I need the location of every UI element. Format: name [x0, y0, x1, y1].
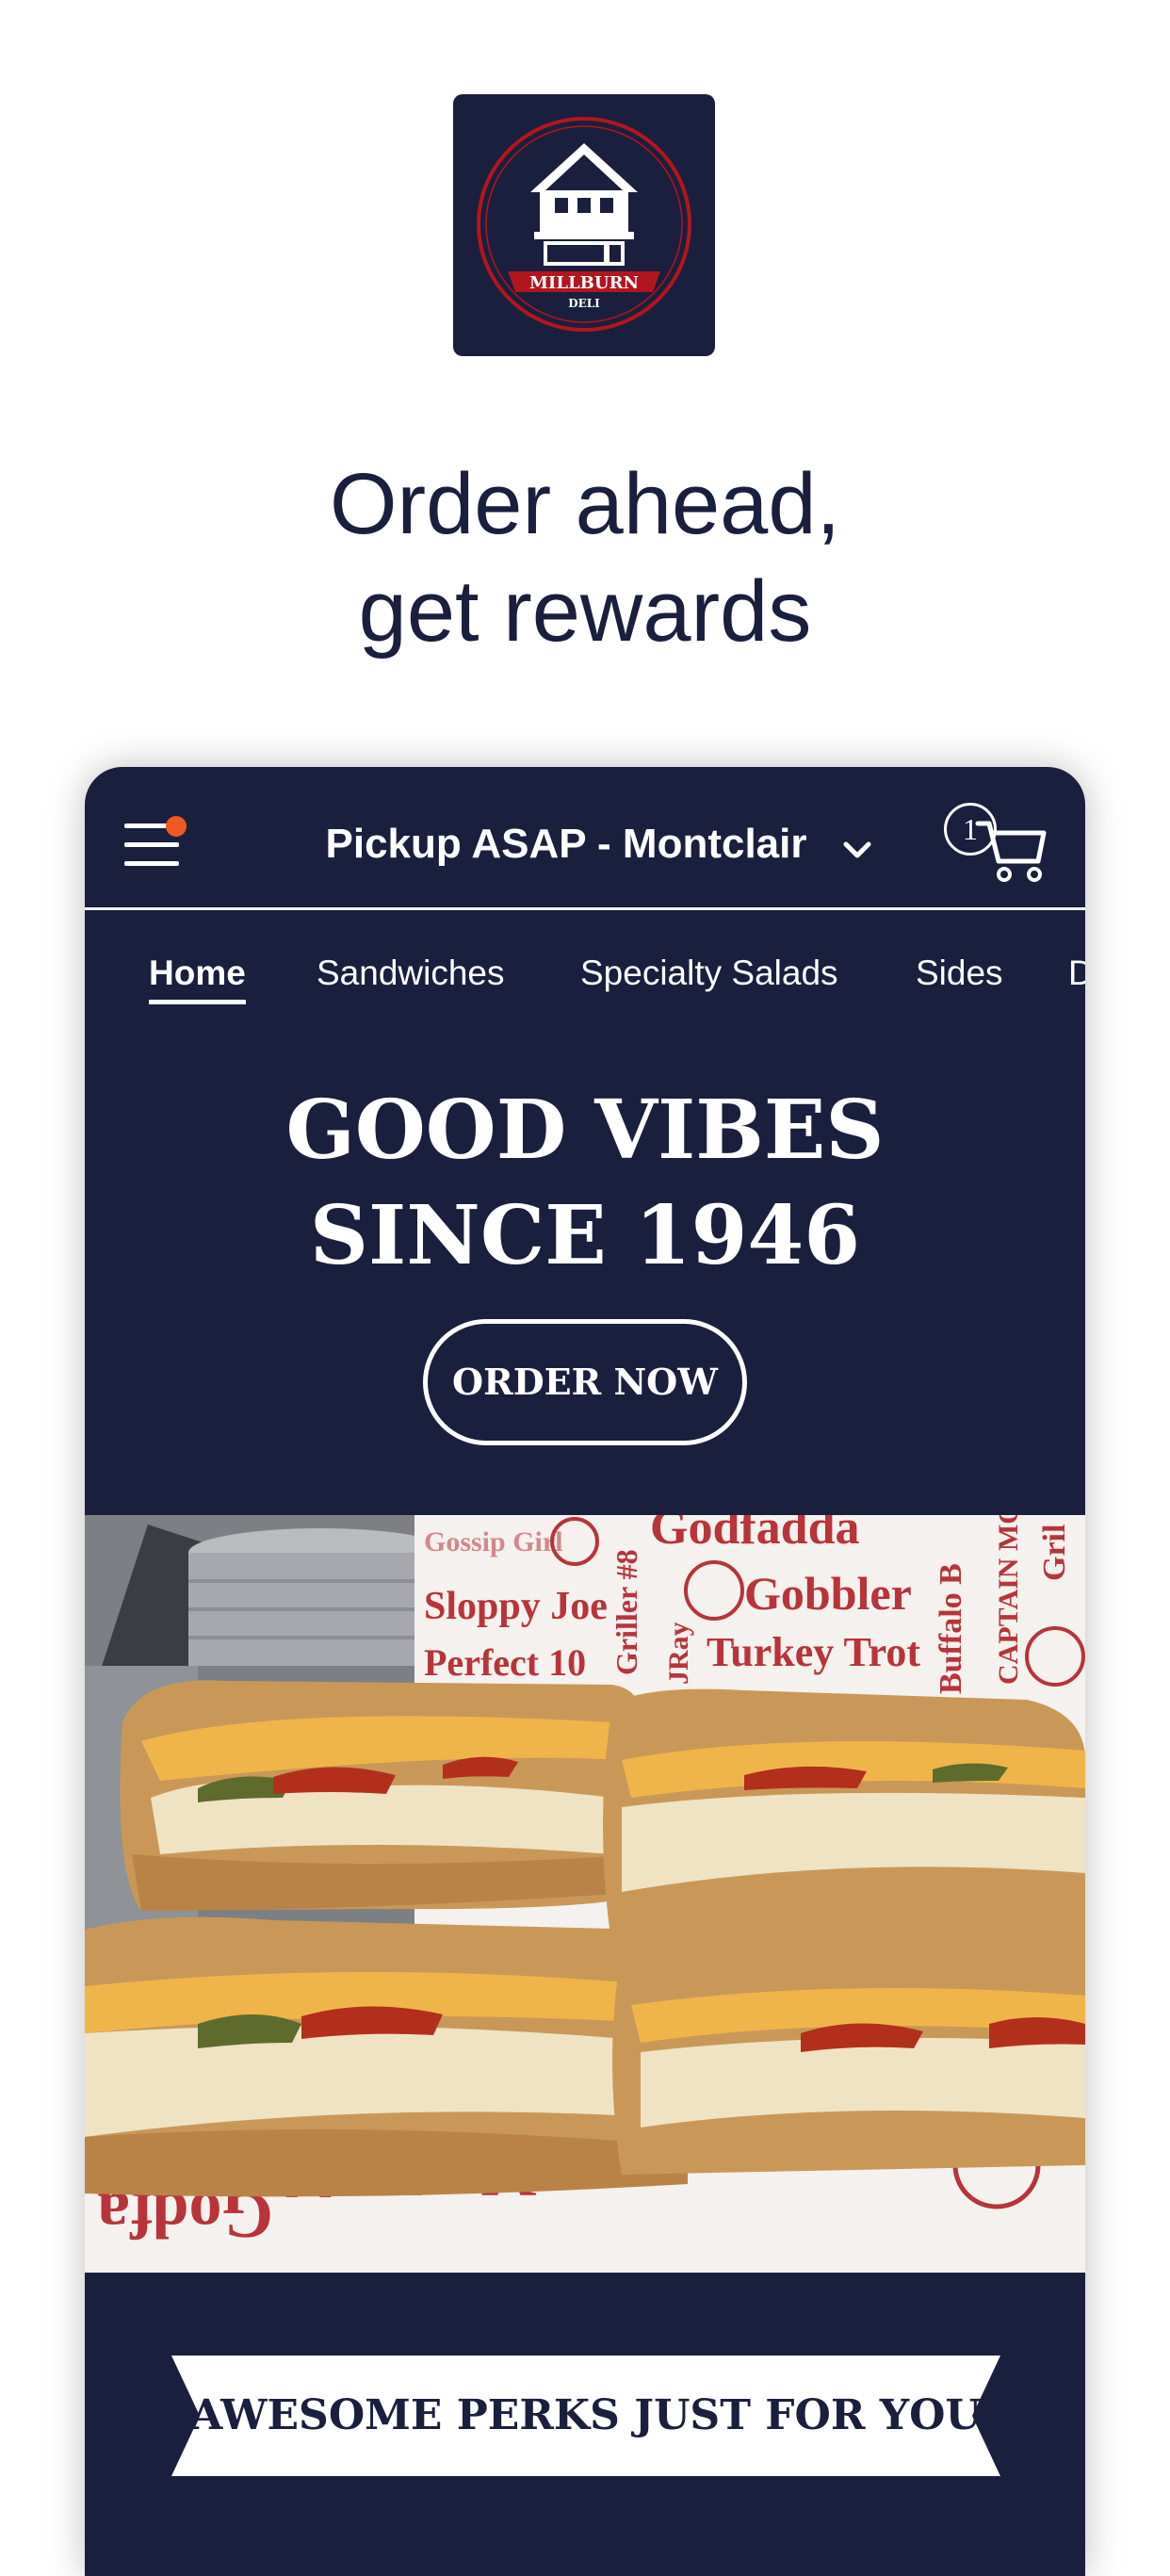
paper-text-5: Perfect 10	[424, 1641, 586, 1684]
location-selector[interactable]: Pickup ASAP - Montclair	[85, 814, 1085, 874]
paper-text-3: Sloppy Joe	[424, 1585, 608, 1628]
app-logo: MILLBURN DELI	[453, 94, 715, 356]
location-label: Pickup ASAP - Montclair	[325, 821, 807, 867]
hero-line-2: SINCE 1946	[309, 1188, 861, 1283]
category-tabs: Home Sandwiches Specialty Salads Sides D	[85, 910, 1085, 1033]
perks-banner-text: AWESOME PERKS JUST FOR YOU	[190, 2391, 982, 2439]
perks-banner: AWESOME PERKS JUST FOR YOU	[171, 2346, 1000, 2486]
sandwich-image: Gossip Girl Godfadda Sloppy Joe Gobbler …	[85, 1515, 1085, 2273]
headline-line-2: get rewards	[358, 563, 812, 660]
tab-sandwiches[interactable]: Sandwiches	[317, 950, 505, 997]
app-top-bar: Pickup ASAP - Montclair 1	[85, 767, 1085, 910]
cart-button[interactable]: 1	[944, 803, 1048, 888]
paper-text-10: CAPTAIN MO	[993, 1515, 1024, 1685]
paper-text-7: JRay	[663, 1622, 694, 1685]
page-headline: Order ahead, get rewards	[0, 450, 1170, 665]
tab-partial[interactable]: D	[1068, 950, 1085, 997]
tab-sides[interactable]: Sides	[916, 950, 1003, 997]
paper-text-11: Gril	[1037, 1524, 1072, 1581]
paper-text-1: Gossip Girl	[424, 1526, 563, 1557]
paper-text-4: Gobbler	[744, 1567, 912, 1620]
hero-title: GOOD VIBES SINCE 1946	[85, 1078, 1085, 1289]
chevron-down-icon[interactable]	[840, 833, 874, 867]
order-now-button[interactable]: ORDER NOW	[423, 1319, 747, 1445]
paper-text-2: Godfadda	[650, 1515, 860, 1555]
logo-text-sub: DELI	[568, 297, 600, 310]
cart-count-badge: 1	[944, 803, 997, 856]
tab-specialty-salads[interactable]: Specialty Salads	[580, 950, 838, 997]
paper-text-9: Buffalo B	[934, 1563, 968, 1694]
paper-text-6: Griller #8	[609, 1549, 643, 1675]
hero-line-1: GOOD VIBES	[285, 1083, 885, 1178]
deli-house-logo-icon: MILLBURN DELI	[477, 117, 691, 332]
app-preview: Pickup ASAP - Montclair 1 Home Sandwiche…	[85, 767, 1085, 2576]
headline-line-1: Order ahead,	[329, 456, 841, 552]
paper-text-8: Turkey Trot	[707, 1629, 920, 1675]
sandwich-photo: Gossip Girl Godfadda Sloppy Joe Gobbler …	[85, 1515, 1085, 2273]
logo-text-main: MILLBURN	[529, 273, 639, 293]
tab-home[interactable]: Home	[149, 950, 246, 1004]
